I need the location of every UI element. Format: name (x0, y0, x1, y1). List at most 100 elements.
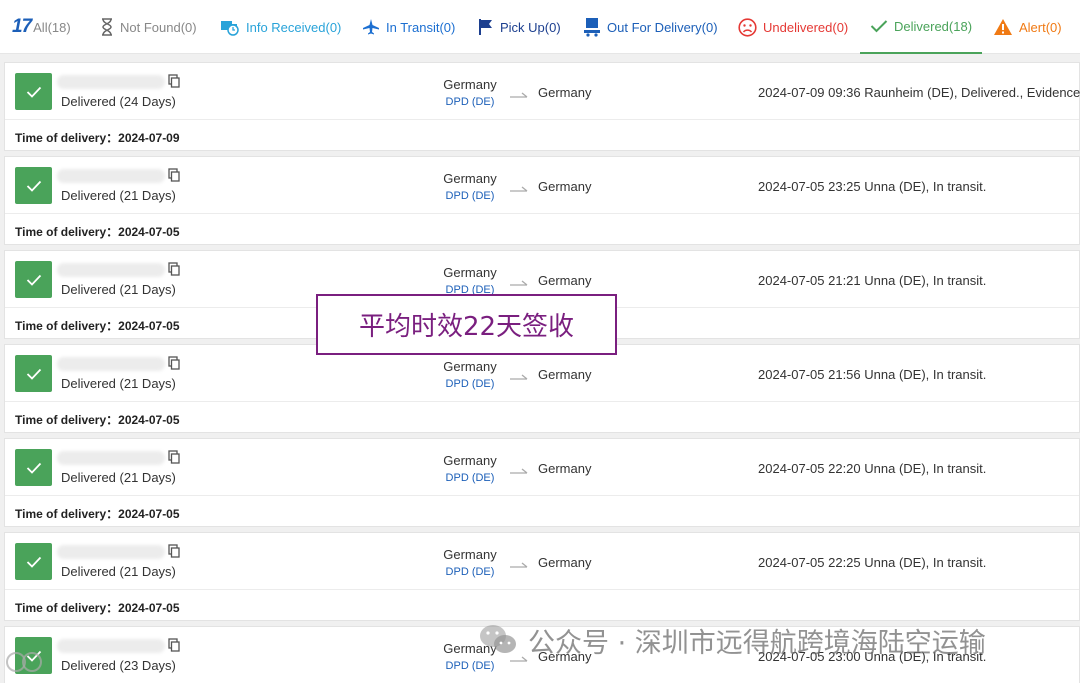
delivery-status: Delivered (21 Days) (61, 376, 176, 391)
copy-icon[interactable] (168, 356, 180, 370)
delivery-status: Delivered (21 Days) (61, 282, 176, 297)
shipment-card[interactable]: Delivered (21 Days) Germany DPD (DE) Ger… (4, 156, 1080, 245)
tab-undelivered-label: Undelivered(0) (763, 19, 849, 35)
plane-icon (362, 18, 380, 36)
carrier-link[interactable]: DPD (DE) (435, 660, 505, 672)
hourglass-icon (100, 18, 114, 36)
delivered-check-icon (15, 261, 52, 298)
shipment-summary: Delivered (21 Days) Germany DPD (DE) Ger… (5, 439, 1079, 496)
origin-country: Germany (443, 547, 497, 562)
destination-country: Germany (538, 461, 592, 476)
warning-icon (993, 18, 1013, 36)
delivery-time: Time of delivery：2024-07-09 (15, 131, 180, 145)
tab-info-received[interactable]: Info Received(0) (220, 0, 341, 54)
shipment-card[interactable]: Delivered (24 Days) Germany DPD (DE) Ger… (4, 62, 1080, 151)
arrow-right-icon (510, 275, 528, 286)
copy-icon[interactable] (168, 638, 180, 652)
tab-delivered[interactable]: Delivered(18) (860, 0, 982, 54)
delivered-check-icon (15, 449, 52, 486)
delivery-time: Time of delivery：2024-07-05 (15, 601, 180, 615)
shipment-card[interactable]: Delivered (21 Days) Germany DPD (DE) Ger… (4, 438, 1080, 527)
latest-event: 2024-07-05 23:25 Unna (DE), In transit. (758, 179, 987, 194)
delivery-status: Delivered (23 Days) (61, 658, 176, 673)
copy-icon[interactable] (168, 544, 180, 558)
tracking-number-redacted (57, 639, 165, 653)
arrow-right-icon (510, 369, 528, 380)
arrow-right-icon (510, 557, 528, 568)
latest-event: 2024-07-05 21:21 Unna (DE), In transit. (758, 273, 987, 288)
shipment-summary: Delivered (24 Days) Germany DPD (DE) Ger… (5, 63, 1080, 120)
tab-out-for-delivery[interactable]: Out For Delivery(0) (583, 0, 718, 54)
17track-logo: 17 (12, 16, 32, 37)
delivered-check-icon (15, 355, 52, 392)
delivery-time: Time of delivery：2024-07-05 (15, 413, 180, 427)
delivered-check-icon (15, 167, 52, 204)
corner-logo-icon (6, 652, 42, 672)
tab-not-found-label: Not Found(0) (120, 19, 197, 35)
shipment-summary: Delivered (21 Days) Germany DPD (DE) Ger… (5, 533, 1079, 590)
latest-event: 2024-07-05 22:20 Unna (DE), In transit. (758, 461, 987, 476)
tab-out-for-delivery-label: Out For Delivery(0) (607, 19, 718, 35)
arrow-right-icon (510, 463, 528, 474)
arrow-right-icon (510, 87, 528, 98)
arrow-right-icon (510, 181, 528, 192)
wechat-logo-icon (478, 622, 518, 658)
origin-country: Germany (443, 265, 497, 280)
delivery-status: Delivered (21 Days) (61, 564, 176, 579)
delivery-time: Time of delivery：2024-07-05 (15, 507, 180, 521)
destination-country: Germany (538, 367, 592, 382)
destination-country: Germany (538, 85, 592, 100)
tab-delivered-label: Delivered(18) (894, 18, 973, 34)
tracking-number-redacted (57, 357, 165, 371)
delivery-person-icon (583, 17, 601, 37)
shipment-card[interactable]: Delivered (21 Days) Germany DPD (DE) Ger… (4, 344, 1080, 433)
annotation-text: 平均时效22天签收 (358, 312, 575, 342)
delivery-status: Delivered (21 Days) (61, 188, 176, 203)
watermark-text: 公众号 · 深圳市远得航跨境海陆空运输 (528, 627, 986, 659)
tab-all-label: All(18) (33, 19, 71, 35)
carrier-link[interactable]: DPD (DE) (435, 378, 505, 390)
copy-icon[interactable] (168, 262, 180, 276)
check-icon (870, 19, 888, 33)
sad-face-icon (738, 17, 757, 37)
tab-all[interactable]: 17 All(18) (12, 0, 71, 54)
wechat-watermark: 公众号 · 深圳市远得航跨境海陆空运输 (478, 620, 986, 660)
latest-event: 2024-07-09 09:36 Raunheim (DE), Delivere… (758, 85, 1080, 100)
delivery-time: Time of delivery：2024-07-05 (15, 225, 180, 239)
tracking-number-redacted (57, 263, 165, 277)
destination-country: Germany (538, 273, 592, 288)
delivery-status: Delivered (24 Days) (61, 94, 176, 109)
carrier-link[interactable]: DPD (DE) (435, 96, 505, 108)
origin-country: Germany (443, 453, 497, 468)
tracking-number-redacted (57, 451, 165, 465)
destination-country: Germany (538, 179, 592, 194)
tab-alert[interactable]: Alert(0) (993, 0, 1062, 54)
delivery-time: Time of delivery：2024-07-05 (15, 319, 180, 333)
tracking-number-redacted (57, 169, 165, 183)
tracking-number-redacted (57, 75, 165, 89)
corner-logo-watermark (4, 645, 48, 679)
copy-icon[interactable] (168, 450, 180, 464)
tab-undelivered[interactable]: Undelivered(0) (738, 0, 848, 54)
delivered-check-icon (15, 543, 52, 580)
status-tab-bar: 17 All(18) Not Found(0) Info Received(0)… (0, 0, 1080, 54)
origin-country: Germany (443, 359, 497, 374)
carrier-link[interactable]: DPD (DE) (435, 566, 505, 578)
carrier-link[interactable]: DPD (DE) (435, 190, 505, 202)
carrier-link[interactable]: DPD (DE) (435, 472, 505, 484)
flag-icon (478, 18, 494, 36)
origin-country: Germany (443, 77, 497, 92)
tab-in-transit[interactable]: In Transit(0) (362, 0, 455, 54)
truck-clock-icon (220, 18, 240, 36)
latest-event: 2024-07-05 21:56 Unna (DE), In transit. (758, 367, 987, 382)
copy-icon[interactable] (168, 168, 180, 182)
latest-event: 2024-07-05 22:25 Unna (DE), In transit. (758, 555, 987, 570)
annotation-box: 平均时效22天签收 (316, 294, 617, 355)
shipment-card[interactable]: Delivered (21 Days) Germany DPD (DE) Ger… (4, 532, 1080, 621)
destination-country: Germany (538, 555, 592, 570)
tab-pick-up[interactable]: Pick Up(0) (478, 0, 561, 54)
tab-alert-label: Alert(0) (1019, 19, 1062, 35)
copy-icon[interactable] (168, 74, 180, 88)
delivery-status: Delivered (21 Days) (61, 470, 176, 485)
tab-not-found[interactable]: Not Found(0) (100, 0, 197, 54)
